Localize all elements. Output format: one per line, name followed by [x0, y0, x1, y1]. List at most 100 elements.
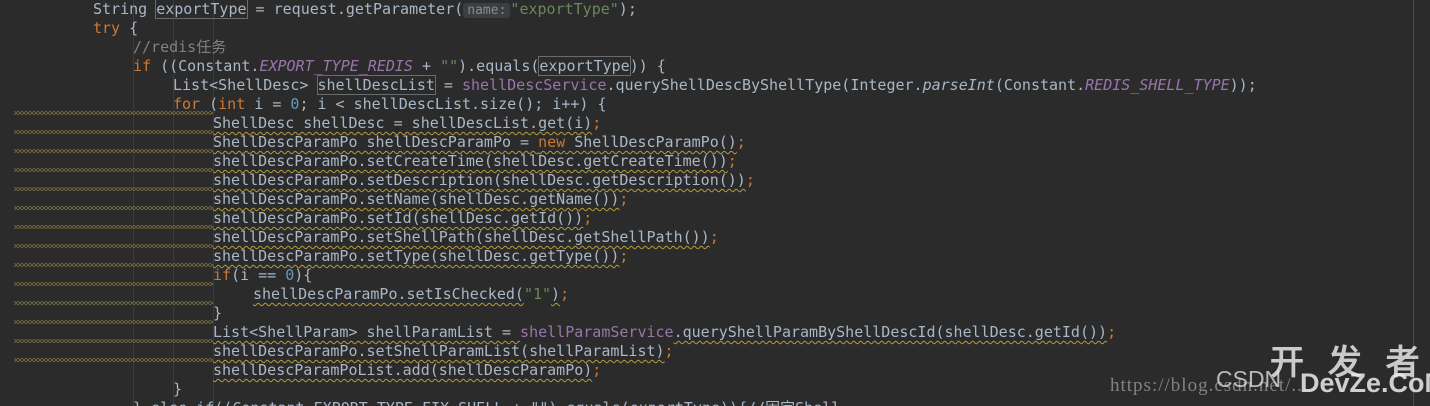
code-token: exportType: [155, 0, 248, 19]
code-token: REDIS_SHELL_TYPE: [1085, 76, 1230, 94]
code-line[interactable]: for (int i = 0; i < shellDescList.size()…: [173, 95, 606, 114]
code-token: int: [218, 95, 246, 113]
code-token: if: [213, 266, 232, 284]
warning-squiggle: [14, 320, 213, 324]
code-token: ;: [1107, 323, 1117, 341]
code-line[interactable]: //redis任务: [133, 38, 226, 57]
code-line[interactable]: ShellDescParamPo shellDescParamPo = new …: [213, 133, 746, 152]
code-line[interactable]: if ((Constant.EXPORT_TYPE_REDIS + "").eq…: [133, 56, 666, 76]
code-token: (Constant.: [994, 76, 1086, 94]
code-line[interactable]: shellDescParamPo.setId(shellDesc.getId()…: [213, 209, 592, 228]
code-token: ; i < shellDescList.size(); i++) {: [299, 95, 607, 113]
code-token: ;: [592, 114, 602, 132]
warning-squiggle: [14, 168, 213, 172]
code-token: )) {: [629, 57, 666, 75]
code-token: ;: [736, 133, 746, 151]
code-token: ((Constant.: [151, 57, 260, 75]
code-token: .queryShellDescByShellType(Integer.: [606, 76, 923, 94]
code-token: = request.getParameter(: [246, 0, 464, 18]
code-line[interactable]: shellDescParamPo.setName(shellDesc.getNa…: [213, 190, 628, 209]
warning-squiggle: [14, 244, 213, 248]
code-token: List<ShellParam> shellParamList =: [213, 323, 521, 341]
code-token: shellDescParamPo.setDescription(shellDes…: [213, 171, 746, 189]
code-token: ;: [560, 285, 570, 303]
code-token: shellDescParamPo.setIsChecked(: [253, 285, 524, 303]
code-line[interactable]: try {: [93, 19, 138, 38]
code-line[interactable]: shellDescParamPo.setDescription(shellDes…: [213, 171, 755, 190]
code-line[interactable]: shellDescParamPo.setShellPath(shellDesc.…: [213, 228, 719, 247]
warning-squiggle: [14, 301, 213, 305]
warning-squiggle: [14, 339, 213, 343]
code-line[interactable]: List<ShellParam> shellParamList = shellP…: [213, 323, 1116, 342]
code-line[interactable]: } else if((Constant.EXPORT_TYPE_FIX_SHEL…: [133, 399, 840, 406]
code-token: .queryShellParamByShellDescId(shellDesc.…: [673, 323, 1108, 341]
code-token: shellDescList: [316, 75, 436, 95]
code-token: i =: [245, 95, 291, 113]
code-token: ShellDescParamPo shellDescParamPo =: [213, 133, 539, 151]
warning-squiggle: [14, 187, 213, 191]
code-token: shellDescParamPo.setName(shellDesc.getNa…: [213, 190, 620, 208]
code-token: =: [434, 76, 462, 94]
code-token: ;: [664, 342, 674, 360]
code-line[interactable]: shellDescParamPo.setShellParamList(shell…: [213, 342, 674, 361]
code-token: ;: [583, 209, 593, 227]
code-token: new: [538, 133, 566, 151]
code-token: exportType: [538, 56, 631, 76]
warning-squiggle: [14, 206, 213, 210]
warning-squiggle: [14, 263, 213, 267]
code-token: ){: [294, 266, 313, 284]
code-token: ;: [619, 190, 629, 208]
code-line[interactable]: List<ShellDesc> shellDescList = shellDes…: [173, 75, 1257, 95]
code-token: if: [133, 57, 152, 75]
code-line[interactable]: ShellDesc shellDesc = shellDescList.get(…: [213, 114, 601, 133]
code-token: ;: [709, 228, 719, 246]
code-token: ;: [592, 361, 602, 379]
code-token: parseInt: [922, 76, 995, 94]
code-token: List<ShellDesc>: [173, 76, 318, 94]
code-line[interactable]: shellDescParamPoList.add(shellDescParamP…: [213, 361, 601, 380]
code-token: shellDescParamPo.setCreateTime(shellDesc…: [213, 152, 728, 170]
code-token: "": [440, 57, 459, 75]
code-token: //redis任务: [133, 38, 227, 56]
code-token: ShellDesc shellDesc = shellDescList.get(…: [213, 114, 593, 132]
code-token: "1": [523, 285, 552, 303]
code-line[interactable]: String exportType = request.getParameter…: [93, 0, 637, 19]
watermark-site-en: DevZe.CoM: [1300, 368, 1430, 398]
code-line[interactable]: }: [213, 304, 222, 323]
code-token: ).equals(: [458, 57, 540, 75]
warning-squiggle: [14, 111, 213, 115]
code-line[interactable]: shellDescParamPo.setCreateTime(shellDesc…: [213, 152, 737, 171]
code-token: } else if((Constant.EXPORT_TYPE_FIX_SHEL…: [133, 399, 840, 406]
code-token: }: [173, 380, 183, 398]
code-line[interactable]: shellDescParamPo.setType(shellDesc.getTy…: [213, 247, 628, 266]
code-token: name:: [463, 3, 511, 18]
code-token: (i ==: [231, 266, 286, 284]
code-token: ;: [727, 152, 737, 170]
code-token: shellDescParamPo.setType(shellDesc.getTy…: [213, 247, 620, 265]
code-token: String: [93, 0, 157, 18]
code-token: +: [412, 57, 441, 75]
code-line[interactable]: }: [173, 380, 182, 399]
code-token: ));: [1229, 76, 1257, 94]
warning-squiggle: [14, 149, 213, 153]
code-token: ;: [745, 171, 755, 189]
warning-squiggle: [14, 130, 213, 134]
code-token: );: [618, 0, 637, 18]
code-token: shellDescParamPo.setShellPath(shellDesc.…: [213, 228, 710, 246]
code-token: shellDescParamPo.setId(shellDesc.getId()…: [213, 209, 584, 227]
code-token: EXPORT_TYPE_REDIS: [259, 57, 413, 75]
code-token: ): [551, 285, 561, 303]
code-line[interactable]: if(i == 0){: [213, 266, 312, 285]
code-line[interactable]: shellDescParamPo.setIsChecked("1");: [253, 285, 569, 304]
code-token: }: [213, 304, 223, 322]
warning-squiggle: [14, 282, 213, 286]
code-token: ;: [619, 247, 629, 265]
code-token: ShellDescParamPo(): [565, 133, 737, 151]
warning-squiggle: [14, 225, 213, 229]
warning-squiggle: [14, 358, 213, 362]
code-token: shellDescParamPoList.add(shellDescParamP…: [213, 361, 593, 379]
code-token: shellParamService: [520, 323, 674, 341]
code-token: "exportType": [510, 0, 619, 18]
code-editor[interactable]: String exportType = request.getParameter…: [0, 0, 1430, 406]
code-token: shellDescService: [462, 76, 607, 94]
